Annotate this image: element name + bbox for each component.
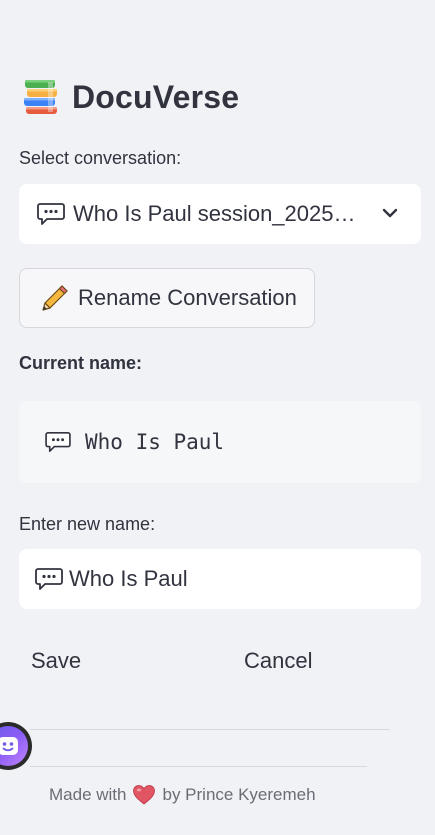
app-title: DocuVerse xyxy=(72,78,240,115)
divider xyxy=(30,766,367,767)
divider xyxy=(30,729,390,730)
heart-icon xyxy=(133,785,156,805)
conversation-select[interactable]: Who Is Paul session_2025… xyxy=(19,184,421,244)
new-name-label: Enter new name: xyxy=(19,514,156,534)
app-header: DocuVerse xyxy=(22,76,239,118)
select-conversation-label: Select conversation: xyxy=(19,148,182,168)
cancel-button[interactable]: Cancel xyxy=(244,648,312,674)
new-name-value[interactable]: Who Is Paul xyxy=(69,566,188,592)
speech-bubble-icon xyxy=(45,432,71,452)
rename-conversation-label: Rename Conversation xyxy=(78,285,297,310)
pencil-icon xyxy=(42,285,68,311)
speech-bubble-icon xyxy=(37,203,65,225)
chevron-down-icon[interactable] xyxy=(381,206,399,220)
books-stack-icon xyxy=(24,80,57,114)
save-button[interactable]: Save xyxy=(31,648,81,674)
footer-author: by Prince Kyeremeh xyxy=(162,785,316,804)
chatbot-avatar-button[interactable] xyxy=(0,722,32,770)
new-name-input[interactable]: Who Is Paul xyxy=(19,549,421,609)
footer: Made with by Prince Kyeremeh xyxy=(49,784,316,806)
current-name-display: Who Is Paul xyxy=(19,401,421,483)
conversation-select-value: Who Is Paul session_2025… xyxy=(73,201,356,226)
rename-conversation-button[interactable]: Rename Conversation xyxy=(19,268,315,328)
footer-prefix: Made with xyxy=(49,785,127,804)
current-name-label: Current name: xyxy=(19,353,143,373)
current-name-value: Who Is Paul xyxy=(85,430,225,454)
robot-face-icon xyxy=(0,726,28,766)
speech-bubble-icon xyxy=(35,568,63,590)
